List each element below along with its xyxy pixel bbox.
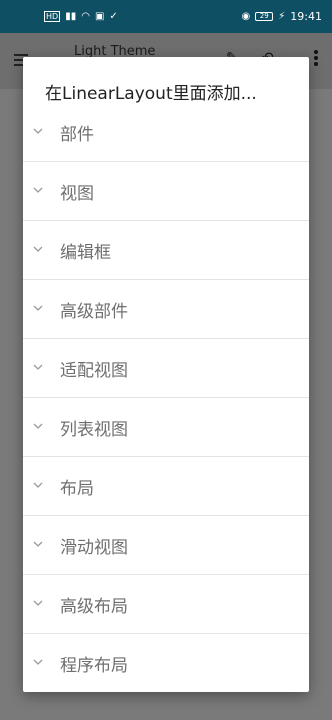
category-item-adapter-views[interactable]: 适配视图 [23,339,309,398]
category-label: 适配视图 [60,360,128,381]
chevron-down-icon [33,363,43,371]
category-label: 滑动视图 [60,537,128,558]
category-item-program-layouts[interactable]: 程序布局 [23,634,309,692]
add-view-dialog: 在LinearLayout里面添加... 部件 视图 编辑框 高级部件 适配视图… [23,57,309,692]
category-item-widgets[interactable]: 部件 [23,103,309,162]
app-icon: ▣ [94,10,105,22]
category-label: 部件 [60,124,94,145]
battery-icon: 29 [255,12,274,21]
eye-comfort-icon: ◉ [241,10,251,22]
category-item-layouts[interactable]: 布局 [23,457,309,516]
category-label: 视图 [60,183,94,204]
charging-icon: ⚡ [278,10,286,22]
hd-icon: HD [44,11,61,22]
chevron-down-icon [33,422,43,430]
category-item-edit-text[interactable]: 编辑框 [23,221,309,280]
category-item-views[interactable]: 视图 [23,162,309,221]
chevron-down-icon [33,186,43,194]
dialog-title: 在LinearLayout里面添加... [45,84,257,104]
category-label: 列表视图 [60,419,128,440]
chevron-down-icon [33,245,43,253]
status-bar: HD ▮▮ ◠ ▣ ✓ ◉ 29 ⚡ 19:41 [0,0,332,33]
check-icon: ✓ [109,10,118,22]
signal-icon: ▮▮ [65,10,77,22]
status-time: 19:41 [290,10,322,23]
chevron-down-icon [33,481,43,489]
chevron-down-icon [33,304,43,312]
category-item-scroll-views[interactable]: 滑动视图 [23,516,309,575]
category-item-list-views[interactable]: 列表视图 [23,398,309,457]
category-label: 布局 [60,478,94,499]
category-item-advanced-layouts[interactable]: 高级布局 [23,575,309,634]
chevron-down-icon [33,540,43,548]
category-label: 高级部件 [60,301,128,322]
chevron-down-icon [33,658,43,666]
chevron-down-icon [33,127,43,135]
wifi-icon: ◠ [81,10,90,22]
category-label: 程序布局 [60,656,128,676]
chevron-down-icon [33,599,43,607]
more-options-icon[interactable] [314,50,318,68]
category-item-advanced-widgets[interactable]: 高级部件 [23,280,309,339]
category-label: 高级布局 [60,596,128,617]
status-left-icons: HD ▮▮ ◠ ▣ ✓ [44,11,118,22]
category-label: 编辑框 [60,242,111,263]
category-list: 部件 视图 编辑框 高级部件 适配视图 列表视图 布局 滑动视图 高级布局 程序… [23,103,309,692]
status-right-icons: ◉ 29 ⚡ 19:41 [242,10,322,23]
